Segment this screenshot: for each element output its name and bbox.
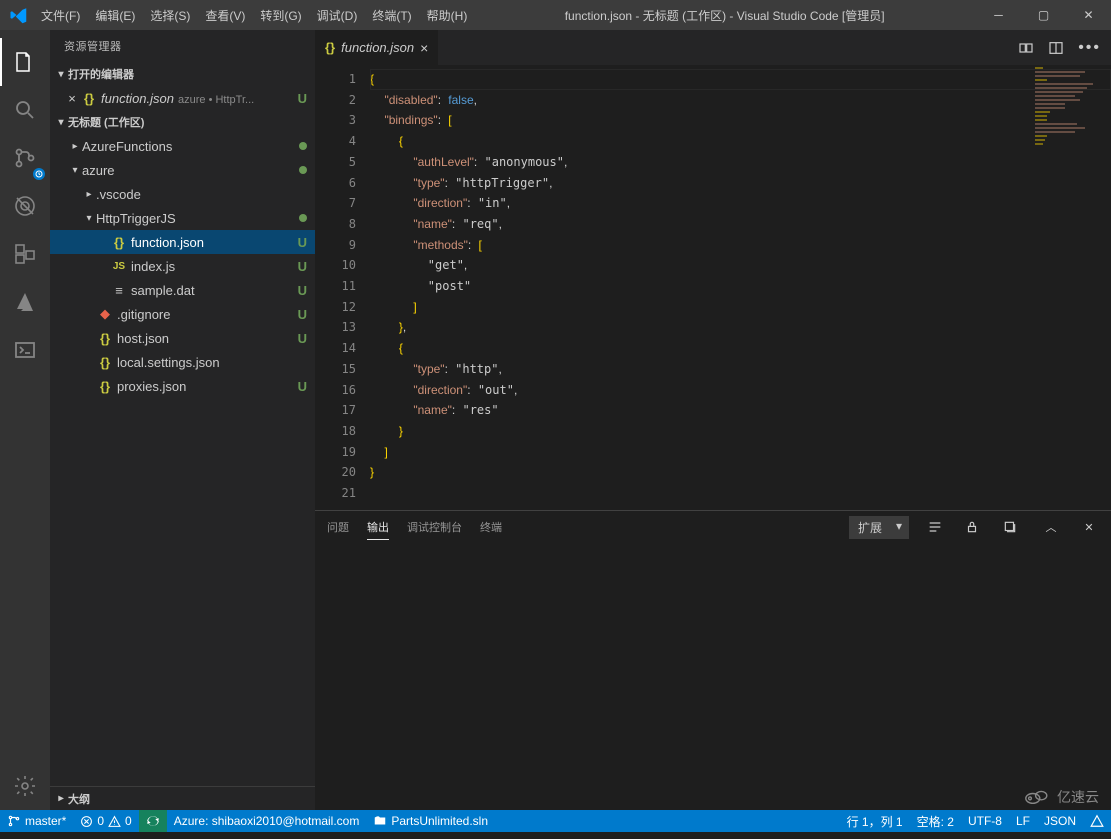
panel-up-icon[interactable]: ︿ [1041, 519, 1061, 535]
maximize-button[interactable]: ▢ [1021, 0, 1066, 30]
tree-item[interactable]: ▸.vscode [50, 182, 315, 206]
menu-item[interactable]: 选择(S) [144, 4, 196, 27]
menu-item[interactable]: 查看(V) [199, 4, 251, 27]
menu-item[interactable]: 转到(G) [254, 4, 307, 27]
search-icon[interactable] [0, 86, 50, 134]
tree-item[interactable]: {}function.jsonU [50, 230, 315, 254]
panel-close-icon[interactable]: ✕ [1079, 521, 1099, 534]
open-log-icon[interactable] [1003, 520, 1023, 534]
git-status-badge: U [298, 91, 307, 106]
tab-function-json[interactable]: {} function.json × [315, 30, 439, 65]
eol-status[interactable]: LF [1009, 810, 1037, 832]
close-button[interactable]: ✕ [1066, 0, 1111, 30]
minimap[interactable] [1031, 65, 1111, 225]
tree-item[interactable]: {}local.settings.json [50, 350, 315, 374]
menu-bar: 文件(F)编辑(E)选择(S)查看(V)转到(G)调试(D)终端(T)帮助(H) [35, 4, 473, 27]
settings-gear-icon[interactable] [0, 762, 50, 810]
line-numbers: 123456789101112131415161718192021 [315, 65, 370, 510]
editor-area: {} function.json × ••• 12345678910111213… [315, 30, 1111, 810]
encoding-status[interactable]: UTF-8 [961, 810, 1009, 832]
menu-item[interactable]: 帮助(H) [421, 4, 474, 27]
open-editors-section[interactable]: ▾打开的编辑器 [50, 62, 315, 86]
workspace-section[interactable]: ▾无标题 (工作区) [50, 110, 315, 134]
panel-tab[interactable]: 问题 [327, 515, 349, 540]
solution-status[interactable]: PartsUnlimited.sln [366, 810, 495, 832]
tree-item[interactable]: {}proxies.jsonU [50, 374, 315, 398]
indent-status[interactable]: 空格: 2 [910, 810, 961, 832]
panel-tab[interactable]: 输出 [367, 515, 389, 540]
tree-item[interactable]: ◆.gitignoreU [50, 302, 315, 326]
menu-item[interactable]: 文件(F) [35, 4, 86, 27]
extensions-icon[interactable] [0, 230, 50, 278]
tree-item[interactable]: {}host.jsonU [50, 326, 315, 350]
terminal-icon[interactable] [0, 326, 50, 374]
vscode-logo-icon [0, 6, 35, 24]
tab-label: function.json [341, 40, 414, 55]
panel-tab[interactable]: 终端 [480, 515, 502, 540]
cursor-position[interactable]: 行 1，列 1 [840, 810, 910, 832]
bottom-panel: 问题输出调试控制台终端 扩展 ︿ ✕ [315, 510, 1111, 810]
source-control-icon[interactable] [0, 134, 50, 182]
menu-item[interactable]: 终端(T) [366, 4, 417, 27]
tree-item[interactable]: ≡sample.datU [50, 278, 315, 302]
split-editor-icon[interactable] [1048, 40, 1064, 56]
json-icon: {} [80, 91, 98, 106]
menu-item[interactable]: 调试(D) [311, 4, 364, 27]
close-tab-icon[interactable]: × [420, 40, 428, 56]
menu-item[interactable]: 编辑(E) [89, 4, 141, 27]
clear-output-icon[interactable] [927, 519, 947, 535]
compare-icon[interactable] [1018, 40, 1034, 56]
azure-account[interactable]: Azure: shibaoxi2010@hotmail.com [167, 810, 367, 832]
editor-tabs: {} function.json × ••• [315, 30, 1111, 65]
json-icon: {} [325, 40, 335, 55]
lock-scroll-icon[interactable] [965, 520, 985, 534]
minimize-button[interactable]: ─ [976, 0, 1021, 30]
output-channel-dropdown[interactable]: 扩展 [849, 516, 909, 539]
panel-tab[interactable]: 调试控制台 [407, 515, 462, 540]
azure-icon[interactable] [0, 278, 50, 326]
explorer-icon[interactable] [0, 38, 50, 86]
activity-bar [0, 30, 50, 810]
sidebar-title: 资源管理器 [50, 30, 315, 62]
sync-status[interactable] [139, 810, 167, 832]
problems-status[interactable]: 0 0 [73, 810, 138, 832]
git-branch[interactable]: master* [0, 810, 73, 832]
language-mode[interactable]: JSON [1037, 810, 1083, 832]
title-bar: 文件(F)编辑(E)选择(S)查看(V)转到(G)调试(D)终端(T)帮助(H)… [0, 0, 1111, 30]
tree-item[interactable]: ▾HttpTriggerJS [50, 206, 315, 230]
window-title: function.json - 无标题 (工作区) - Visual Studi… [473, 7, 976, 24]
close-icon[interactable]: × [64, 91, 80, 106]
tree-item[interactable]: ▸AzureFunctions [50, 134, 315, 158]
watermark: 亿速云 [1023, 787, 1099, 807]
more-actions-icon[interactable]: ••• [1078, 39, 1101, 57]
outline-section[interactable]: ▸大纲 [50, 786, 315, 810]
tree-item[interactable]: ▾azure [50, 158, 315, 182]
explorer-sidebar: 资源管理器 ▾打开的编辑器 × {} function.jsonazure • … [50, 30, 315, 810]
status-bar: master* 0 0 Azure: shibaoxi2010@hotmail.… [0, 810, 1111, 832]
feedback-icon[interactable] [1083, 810, 1111, 832]
open-editor-item[interactable]: × {} function.jsonazure • HttpTr... U [50, 86, 315, 110]
code-editor[interactable]: { "disabled": false, "bindings": [ { "au… [370, 65, 1111, 510]
tree-item[interactable]: JSindex.jsU [50, 254, 315, 278]
debug-icon[interactable] [0, 182, 50, 230]
